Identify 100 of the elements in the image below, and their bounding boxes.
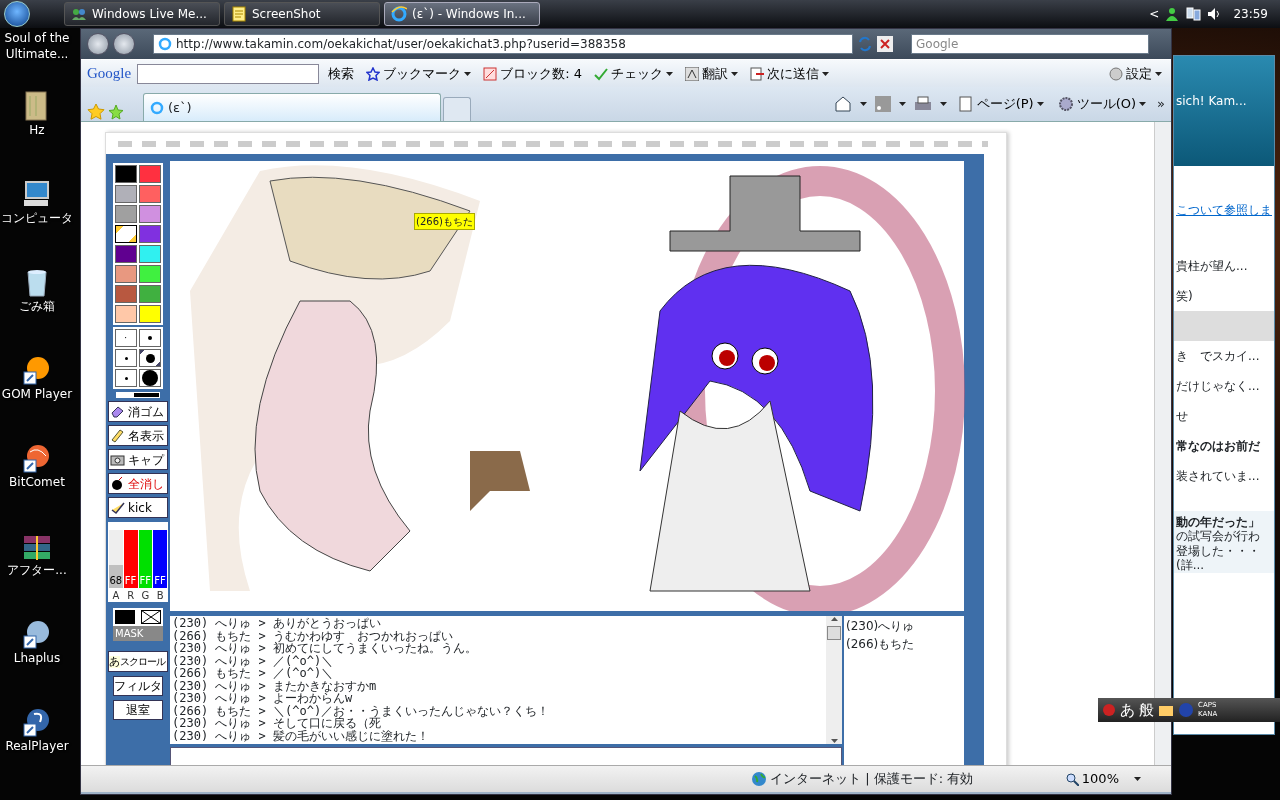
search-field[interactable]: Google <box>911 34 1149 54</box>
color-swatch[interactable] <box>139 165 161 183</box>
color-swatch[interactable] <box>139 205 161 223</box>
search-button[interactable]: 検索 <box>325 62 358 85</box>
forward-button[interactable] <box>113 33 135 55</box>
caret-icon[interactable] <box>1155 71 1162 76</box>
message-line[interactable]: き でスカイ... <box>1174 341 1274 371</box>
transparent-swatch[interactable] <box>115 225 137 243</box>
page-scrollbar[interactable] <box>1154 122 1171 765</box>
caret-icon[interactable] <box>939 102 947 106</box>
close-icon[interactable] <box>877 36 893 52</box>
toolbar-button[interactable]: ブロック数: 4 <box>480 62 585 85</box>
color-swatch[interactable] <box>115 305 137 323</box>
ime-mode[interactable]: あ <box>1120 698 1135 722</box>
taskbar-button[interactable]: ScreenShot <box>224 2 380 26</box>
color-swatch[interactable] <box>115 185 137 203</box>
color-swatch[interactable] <box>139 185 161 203</box>
size-slider[interactable] <box>116 392 160 398</box>
google-search-field[interactable] <box>137 63 320 84</box>
expand-arrow[interactable]: < <box>1149 5 1160 23</box>
help-link[interactable]: こついて参照しま <box>1176 200 1272 219</box>
user-name[interactable]: (266)もちた <box>846 635 962 653</box>
mask-color-swatch[interactable] <box>115 610 135 624</box>
desktop-icon-label[interactable]: アフター... <box>7 562 67 579</box>
mask-off-icon[interactable] <box>141 610 161 624</box>
caret-icon[interactable] <box>1134 777 1141 781</box>
color-swatch[interactable] <box>115 265 137 283</box>
scroll-thumb[interactable] <box>827 626 841 640</box>
user-name[interactable]: (230)へりゅ <box>846 617 962 635</box>
home-icon[interactable] <box>833 95 852 113</box>
desktop-icon-label[interactable]: コンピュータ <box>1 210 73 227</box>
message-line[interactable]: 貴柱が望ん... <box>1174 251 1274 281</box>
caret-icon[interactable] <box>730 71 738 76</box>
caret-icon[interactable] <box>1036 102 1044 106</box>
person-icon[interactable] <box>1165 7 1180 21</box>
drawing-canvas[interactable]: (266)もちた <box>170 161 964 611</box>
pen-size-button[interactable] <box>139 349 161 367</box>
toolbar-button[interactable]: ブックマーク <box>363 62 475 85</box>
color-swatch[interactable] <box>115 165 137 183</box>
caret-icon[interactable] <box>665 71 673 76</box>
overflow-chevron[interactable]: » <box>1157 94 1165 114</box>
message-line[interactable]: 笑) <box>1174 281 1274 311</box>
desktop-icon-label[interactable]: RealPlayer <box>5 738 69 755</box>
tool-button[interactable]: 名表示 <box>108 425 168 446</box>
news-text[interactable]: 登場した・・・(詳... <box>1176 543 1274 573</box>
caret-icon[interactable] <box>1139 102 1147 106</box>
start-button[interactable] <box>4 1 30 27</box>
caret-icon[interactable] <box>898 102 906 106</box>
tool-button[interactable]: kick <box>108 497 168 518</box>
message-line[interactable]: だけじゃなく... <box>1174 371 1274 401</box>
tool-button[interactable]: キャプ <box>108 449 168 470</box>
panel-button[interactable]: 退室 <box>113 700 163 720</box>
address-field[interactable]: http://www.takamin.com/oekakichat/user/oekakichat3.php?userid=388358 <box>153 34 853 54</box>
color-swatch[interactable] <box>115 285 137 303</box>
desktop-icon-label[interactable]: GOM Player <box>1 386 73 403</box>
network-icon[interactable] <box>1185 7 1202 21</box>
desktop-icon-label[interactable]: BitComet <box>9 474 65 491</box>
scrollbar[interactable] <box>826 616 842 744</box>
color-swatch[interactable] <box>139 245 161 263</box>
desktop-icon-label[interactable]: ごみ箱 <box>19 298 55 315</box>
message-line[interactable]: せ <box>1174 401 1274 431</box>
color-swatch[interactable] <box>139 305 161 323</box>
panel-button[interactable]: フィルタ <box>113 676 163 696</box>
chat-input[interactable] <box>170 747 842 765</box>
message-line[interactable]: 装されていま... <box>1174 461 1274 491</box>
taskbar-button[interactable]: (ε`) - Windows In... <box>384 2 540 26</box>
printer-icon[interactable] <box>913 96 932 112</box>
color-swatch[interactable] <box>115 245 137 263</box>
back-button[interactable] <box>87 33 109 55</box>
command-button[interactable]: ページ(P) <box>954 93 1047 115</box>
clock[interactable]: 23:59 <box>1233 5 1268 23</box>
scroll-up-icon[interactable] <box>829 616 839 622</box>
caret-icon[interactable] <box>464 71 472 76</box>
desktop-icon-label[interactable]: Lhaplus <box>13 650 61 667</box>
toolbar-button[interactable]: 翻訳 <box>681 62 741 85</box>
zoom-button[interactable]: 100% <box>1061 768 1122 790</box>
color-swatch[interactable] <box>139 285 161 303</box>
caret-icon[interactable] <box>859 102 867 106</box>
color-swatch[interactable] <box>139 265 161 283</box>
color-swatch[interactable] <box>115 205 137 223</box>
color-swatch[interactable] <box>139 225 161 243</box>
scroll-down-icon[interactable] <box>829 738 839 744</box>
news-text[interactable]: 動の年だった」 <box>1176 515 1274 530</box>
tool-button[interactable]: 消ゴム <box>108 401 168 422</box>
tool-button[interactable]: 全消し <box>108 473 168 494</box>
toolbar-button[interactable]: 次に送信 <box>746 62 832 85</box>
toolbar-button[interactable]: チェック <box>590 62 676 85</box>
command-button[interactable]: ツール(O) <box>1054 93 1150 115</box>
pen-size-button[interactable] <box>139 369 161 387</box>
ime-mode[interactable]: 般 <box>1139 698 1154 722</box>
favorites-star-icon[interactable] <box>87 103 105 121</box>
news-text[interactable]: の試写会が行わ <box>1176 529 1274 544</box>
scroll-button[interactable]: あスクロール <box>108 651 168 672</box>
desktop-icon-label[interactable]: Hz <box>29 122 45 139</box>
pen-size-button[interactable] <box>139 329 161 347</box>
desktop-icon-label[interactable]: Soul of the Ultimate... <box>0 30 74 63</box>
toolbar-button[interactable]: 設定 <box>1106 62 1165 85</box>
taskbar-button[interactable]: Windows Live Me... <box>64 2 220 26</box>
speaker-icon[interactable] <box>1207 7 1222 21</box>
message-line[interactable]: 常なのはお前だ <box>1174 431 1274 461</box>
